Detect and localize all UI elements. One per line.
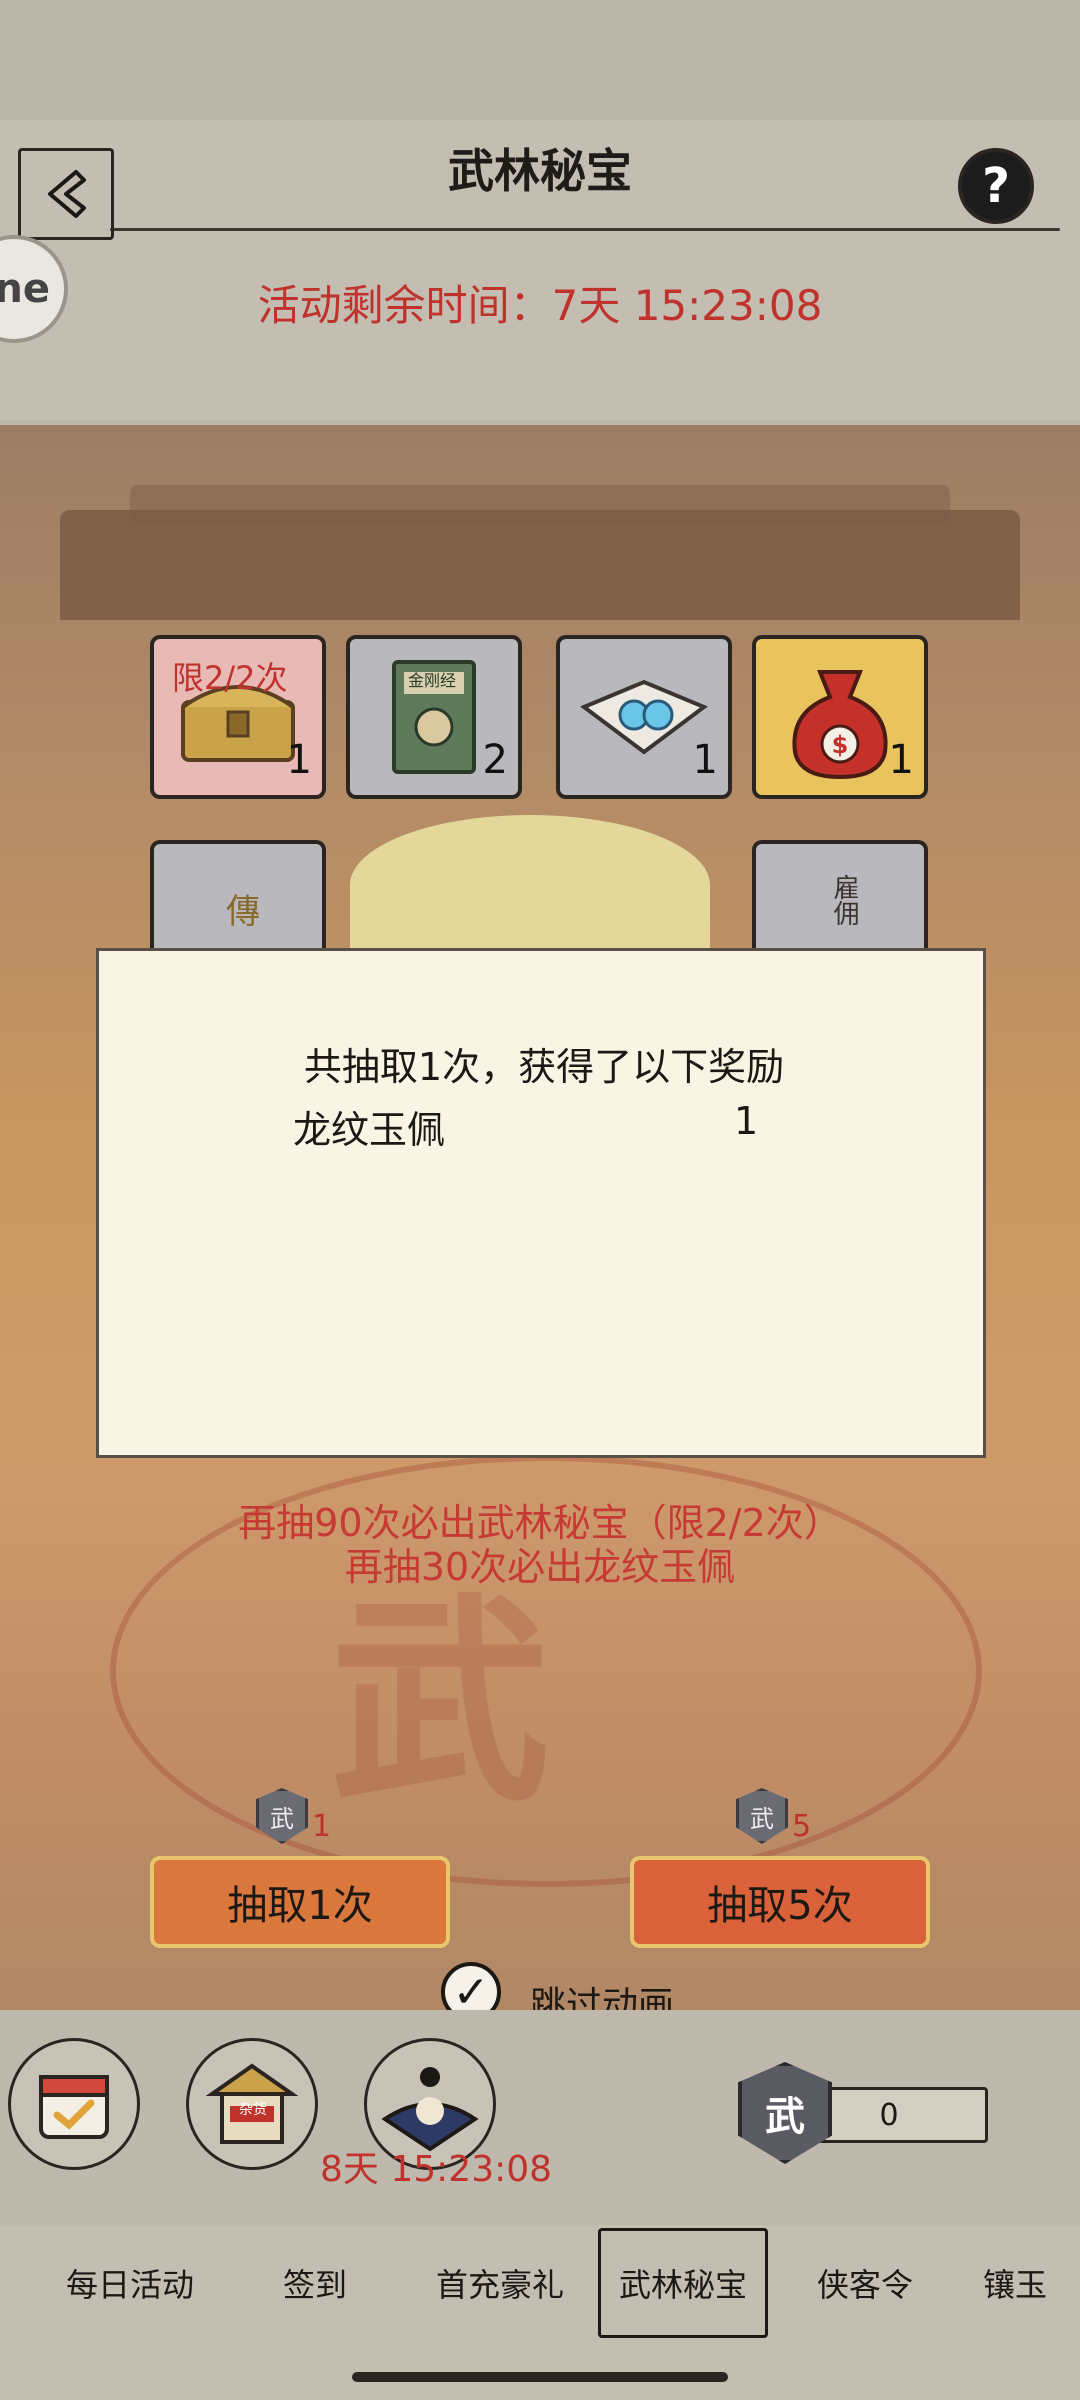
dialog-title: 共抽取1次，获得了以下奖励 [303,1045,785,1089]
token-glyph: 傳 [226,892,260,932]
pavilion-roof [60,510,1020,620]
scripture-title: 金刚经 [408,671,457,690]
header-divider [110,228,1060,231]
reward-slot-hire-scroll[interactable]: 雇佣 [752,840,928,960]
slot-count: 1 [888,737,914,783]
home-indicator[interactable] [352,2372,728,2382]
general-store-button[interactable]: 杂货 [186,2038,318,2170]
hire-scroll-text: 雇佣 [829,874,859,926]
calendar-button[interactable] [8,2038,140,2170]
mascot-character [350,815,710,955]
draw-1-button[interactable]: 抽取1次 [150,1856,450,1948]
reward-slot-money-bag[interactable]: $ 1 [752,635,928,799]
draw-5-cost: 武 5 [736,1788,811,1844]
draw-1-cost-value: 1 [312,1809,332,1844]
wu-token-icon: 武 [256,1788,308,1844]
help-button[interactable]: ? [958,148,1034,224]
draw-1-label: 抽取1次 [227,1883,373,1929]
slot-count: 1 [692,737,718,783]
event-timer-value: 7天 15:23:08 [551,281,823,330]
pity-notice-jade: 再抽30次必出龙纹玉佩 [344,1545,736,1589]
limit-tag: 限2/2次 [172,659,288,697]
tab-daily-activity[interactable]: 每日活动 [40,2228,220,2338]
draw-5-label: 抽取5次 [707,1883,853,1929]
calendar-check-icon [39,2075,109,2139]
svg-text:$: $ [832,731,849,759]
reward-slot-treasure-chest[interactable]: 限2/2次 1 [150,635,326,799]
draw-1-cost: 武 1 [256,1788,331,1844]
reward-slot-pearls[interactable]: 1 [556,635,732,799]
shop-sign-text: 杂货 [239,2102,267,2118]
event-timer-label: 活动剩余时间： [257,281,552,330]
currency-value: 0 [879,2097,899,2133]
slot-count: 2 [482,737,508,783]
reward-slot-token[interactable]: 傳 [150,840,326,960]
draw-5-cost-value: 5 [792,1809,812,1844]
status-bar [0,0,1080,120]
question-mark-icon: ? [982,158,1010,214]
tab-hero-token[interactable]: 侠客令 [790,2228,940,2338]
reward-item-name: 龙纹玉佩 [293,1108,446,1152]
tab-wulin-treasure[interactable]: 武林秘宝 [598,2228,768,2338]
money-bag-icon: $ [792,670,888,780]
page-title: 武林秘宝 [448,144,632,198]
reward-item-qty: 1 [734,1099,759,1143]
tab-first-recharge[interactable]: 首充豪礼 [410,2228,590,2338]
tab-jade-inlay[interactable]: 镶玉 [960,2228,1070,2338]
reward-slot-scripture[interactable]: 金刚经 2 [346,635,522,799]
reward-dialog[interactable]: 共抽取1次，获得了以下奖励 龙纹玉佩 1 [96,948,986,1458]
wu-token-icon: 武 [736,1788,788,1844]
bottom-timer: 8天 15:23:08 [320,2149,553,2190]
tab-sign-in[interactable]: 签到 [240,2228,390,2338]
draw-5-button[interactable]: 抽取5次 [630,1856,930,1948]
event-timer: 活动剩余时间：7天 15:23:08 [0,272,1080,333]
slot-count: 1 [286,737,312,783]
